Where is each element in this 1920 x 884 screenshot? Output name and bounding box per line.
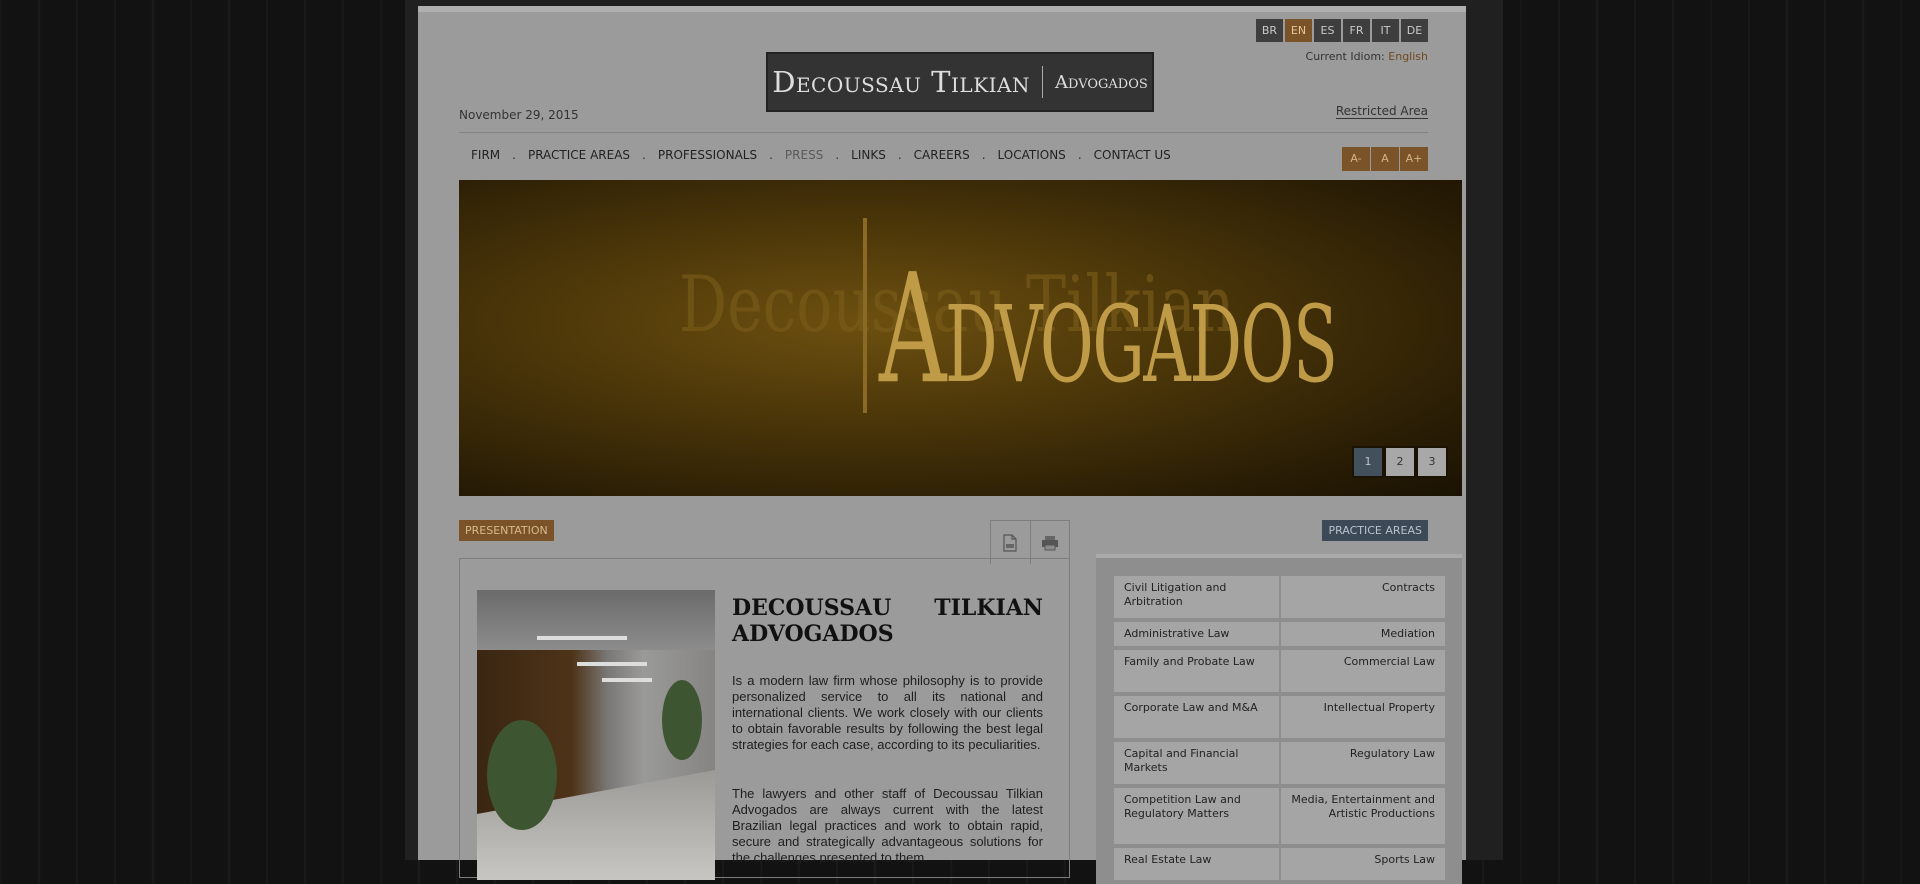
slide-1-button[interactable]: 1	[1354, 448, 1382, 476]
lang-it[interactable]: IT	[1372, 19, 1399, 42]
lang-es[interactable]: ES	[1314, 19, 1341, 42]
presentation-paragraph-2: The lawyers and other staff of Decoussau…	[732, 786, 1043, 865]
practice-area-item[interactable]: Competition Law and Regulatory Matters	[1114, 788, 1279, 844]
slider-pager: 1 2 3	[1352, 446, 1448, 478]
photo-plant	[487, 720, 557, 830]
photo-plant	[662, 680, 702, 760]
practice-area-item[interactable]: Intellectual Property	[1281, 696, 1445, 738]
practice-area-item[interactable]: Sports Law	[1281, 848, 1445, 880]
practice-area-item[interactable]: Family and Probate Law	[1114, 650, 1279, 692]
lang-br[interactable]: BR	[1256, 19, 1283, 42]
nav-firm[interactable]: FIRM	[459, 148, 512, 162]
logo-separator	[1042, 66, 1043, 98]
current-date: November 29, 2015	[459, 108, 579, 122]
current-idiom-value: English	[1388, 50, 1428, 63]
current-idiom-label: Current Idiom:	[1305, 50, 1385, 63]
logo-suffix: Advogados	[1055, 71, 1148, 93]
header-divider	[459, 132, 1428, 133]
nav-links[interactable]: LINKS	[839, 148, 898, 162]
nav-careers[interactable]: CAREERS	[902, 148, 982, 162]
lang-fr[interactable]: FR	[1343, 19, 1370, 42]
page-container: BR EN ES FR IT DE Current Idiom: English…	[418, 6, 1466, 884]
practice-areas-tag: PRACTICE AREAS	[1322, 520, 1428, 541]
photo-ceiling	[477, 590, 715, 650]
hero-slider[interactable]: Decoussau Tilkian Advogados 1 2 3	[459, 180, 1462, 496]
photo-light	[537, 636, 627, 640]
practice-area-item[interactable]: Media, Entertainment and Artistic Produc…	[1281, 788, 1445, 844]
current-idiom: Current Idiom: English	[1306, 50, 1428, 63]
practice-area-item[interactable]: Commercial Law	[1281, 650, 1445, 692]
slide-2-button[interactable]: 2	[1386, 448, 1414, 476]
practice-area-item[interactable]: Mediation	[1281, 622, 1445, 646]
presentation-paragraph-1: Is a modern law firm whose philosophy is…	[732, 673, 1043, 752]
nav-practice-areas[interactable]: PRACTICE AREAS	[516, 148, 642, 162]
font-size-controls: A- A A+	[1342, 147, 1428, 171]
language-switcher: BR EN ES FR IT DE	[1256, 19, 1428, 42]
nav-contact-us[interactable]: CONTACT US	[1082, 148, 1183, 162]
font-reset-button[interactable]: A	[1371, 147, 1399, 171]
practice-area-item[interactable]: Capital and Financial Markets	[1114, 742, 1279, 784]
office-photo	[477, 590, 715, 880]
practice-area-item[interactable]: Civil Litigation and Arbitration	[1114, 576, 1279, 618]
practice-areas-grid: Civil Litigation and Arbitration Contrac…	[1114, 576, 1445, 880]
presentation-title-line2: ADVOGADOS	[732, 621, 894, 647]
nav-professionals[interactable]: PROFESSIONALS	[646, 148, 769, 162]
practice-area-item[interactable]: Administrative Law	[1114, 622, 1279, 646]
practice-area-item[interactable]: Real Estate Law	[1114, 848, 1279, 880]
lang-en[interactable]: EN	[1285, 19, 1312, 42]
presentation-title: DECOUSSAU TILKIAN ADVOGADOS	[732, 595, 1043, 647]
restricted-area-link[interactable]: Restricted Area	[1335, 104, 1428, 119]
nav-locations[interactable]: LOCATIONS	[986, 148, 1078, 162]
font-decrease-button[interactable]: A-	[1342, 147, 1370, 171]
logo-name: Decoussau Tilkian	[772, 65, 1030, 99]
lang-de[interactable]: DE	[1401, 19, 1428, 42]
site-logo[interactable]: Decoussau Tilkian Advogados	[766, 52, 1154, 112]
hero-word: Advogados	[879, 242, 1338, 418]
practice-area-item[interactable]: Regulatory Law	[1281, 742, 1445, 784]
photo-light	[577, 662, 647, 666]
main-nav: FIRM. PRACTICE AREAS. PROFESSIONALS. PRE…	[459, 148, 1183, 162]
presentation-tag: PRESENTATION	[459, 520, 554, 541]
hero-divider-line	[863, 218, 867, 413]
nav-press[interactable]: PRESS	[773, 148, 835, 162]
font-increase-button[interactable]: A+	[1400, 147, 1428, 171]
presentation-title-line1: DECOUSSAU TILKIAN	[732, 595, 1043, 621]
slide-3-button[interactable]: 3	[1418, 448, 1446, 476]
practice-area-item[interactable]: Corporate Law and M&A	[1114, 696, 1279, 738]
photo-light	[602, 678, 652, 682]
practice-area-item[interactable]: Contracts	[1281, 576, 1445, 618]
